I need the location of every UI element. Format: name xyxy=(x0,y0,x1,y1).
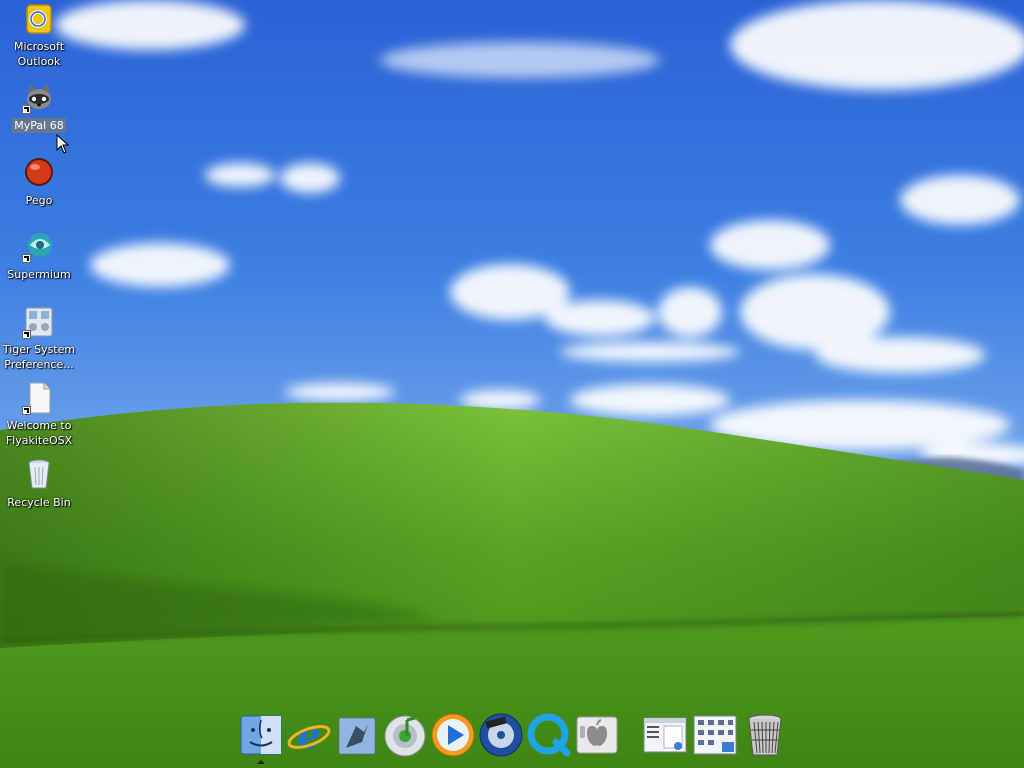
desktop-icon-pego[interactable]: Pego xyxy=(0,155,78,208)
control-panel-icon xyxy=(693,715,737,755)
dock-item-trash[interactable] xyxy=(742,712,788,758)
desktop-icon-supermium[interactable]: Supermium xyxy=(0,229,78,282)
shortcut-arrow-icon xyxy=(22,254,31,263)
mypal-icon xyxy=(22,80,56,114)
dock-item-internet-explorer[interactable]: e xyxy=(286,712,332,758)
desktop-icon-tiger-system-preferences[interactable]: Tiger System Preference... xyxy=(0,305,78,372)
desktop-icon-label: Tiger System Preference... xyxy=(2,343,76,371)
supermium-icon xyxy=(22,229,56,263)
shortcut-arrow-icon xyxy=(22,105,31,114)
dock-item-itunes[interactable] xyxy=(382,712,428,758)
desktop-icon-label: Microsoft Outlook xyxy=(13,40,65,68)
window-screenshot-icon xyxy=(643,717,687,753)
desktop-icon-label: Welcome to FlyakiteOSX xyxy=(5,419,73,447)
document-icon xyxy=(22,381,56,415)
desktop-icon-recycle-bin[interactable]: Recycle Bin xyxy=(0,457,78,510)
svg-text:e: e xyxy=(298,715,321,757)
dock-item-quicktime[interactable] xyxy=(526,712,572,758)
outlook-icon xyxy=(22,2,56,36)
quicktime-icon xyxy=(527,713,571,757)
shortcut-arrow-icon xyxy=(22,406,31,415)
trash-icon xyxy=(748,714,782,756)
desktop-icon-label: Supermium xyxy=(7,268,71,281)
recycle-bin-icon xyxy=(22,457,56,491)
dock-item-window-screenshot[interactable] xyxy=(642,712,688,758)
finder-icon xyxy=(240,715,282,755)
dock-item-system-preferences[interactable] xyxy=(574,712,620,758)
internet-explorer-icon: e xyxy=(287,715,331,757)
dock-item-control-panel[interactable] xyxy=(692,712,738,758)
desktop-icon-mypal-68[interactable]: MyPal 68 xyxy=(0,80,78,133)
desktop-icon-label: Recycle Bin xyxy=(7,496,71,509)
dock-item-dvd-player[interactable] xyxy=(478,712,524,758)
wallpaper xyxy=(0,0,1024,768)
media-player-icon xyxy=(431,713,475,757)
desktop-icon-label: MyPal 68 xyxy=(12,118,66,133)
mouse-cursor-icon xyxy=(56,134,70,154)
system-preferences-icon xyxy=(22,305,56,339)
dock-item-finder[interactable] xyxy=(238,712,284,764)
desktop-icon-welcome-to-flyakiteosx[interactable]: Welcome to FlyakiteOSX xyxy=(0,381,78,448)
dock-item-media-player[interactable] xyxy=(430,712,476,758)
dock-item-mail[interactable] xyxy=(334,712,380,758)
shortcut-arrow-icon xyxy=(22,330,31,339)
desktop-icon-label: Pego xyxy=(25,194,53,207)
desktop[interactable]: Microsoft Outlook MyPal 68 Pego Supermiu… xyxy=(0,0,1024,768)
system-preferences-icon xyxy=(576,716,618,754)
desktop-icon-microsoft-outlook[interactable]: Microsoft Outlook xyxy=(0,2,78,69)
itunes-icon xyxy=(384,715,426,757)
running-indicator xyxy=(257,760,265,764)
dvd-player-icon xyxy=(479,713,523,757)
mail-icon xyxy=(338,717,376,755)
pego-icon xyxy=(22,155,56,189)
dock: e xyxy=(236,712,790,764)
